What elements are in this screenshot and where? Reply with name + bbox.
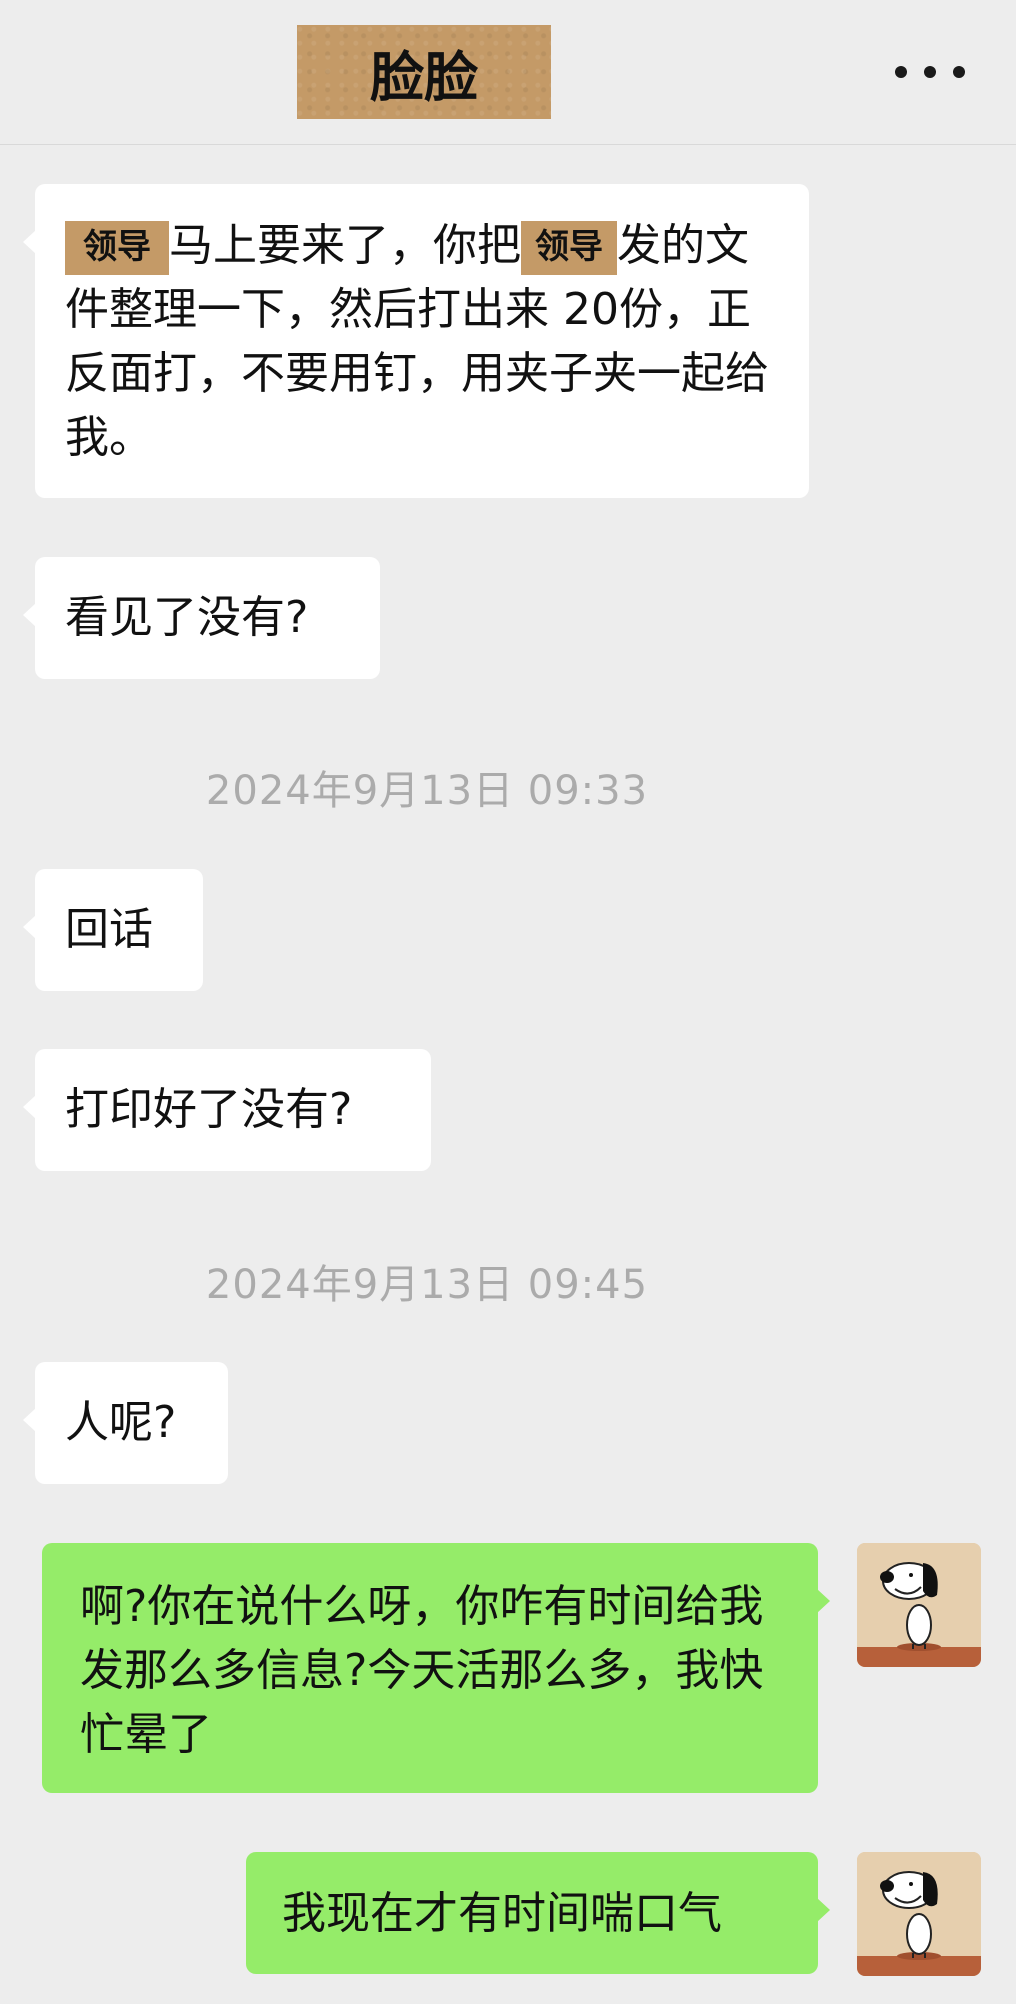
message-text: 啊?你在说什么呀，你咋有时间给我发那么多信息?今天活那么多，我快忙晕了 [80, 1581, 764, 1760]
more-dot [953, 66, 965, 78]
redacted-name-tag: 领导 [65, 221, 169, 275]
user-avatar[interactable] [857, 1543, 981, 1667]
snoopy-avatar-icon [857, 1852, 981, 1976]
more-dots-icon [895, 66, 907, 78]
message-text: 看见了没有? [65, 592, 309, 643]
incoming-message[interactable]: 看见了没有? [23, 557, 380, 679]
redacted-name-tag: 领导 [521, 221, 617, 275]
message-text: 打印好了没有? [65, 1084, 353, 1135]
more-options-button[interactable] [895, 60, 965, 84]
outgoing-message[interactable]: 啊?你在说什么呀，你咋有时间给我发那么多信息?今天活那么多，我快忙晕了 [42, 1543, 830, 1793]
message-timestamp: 2024年9月13日 09:33 [205, 768, 649, 814]
incoming-message[interactable]: 领导 马上要来了，你把 领导 发的文件整理一下，然后打出来 20份，正反面打，不要用钉… [23, 184, 809, 498]
message-timestamp: 2024年9月13日 09:45 [205, 1262, 649, 1308]
chat-title: 脸脸 [297, 25, 551, 119]
message-text: 人呢? [65, 1397, 177, 1448]
message-text: 马上要来了，你把 [169, 220, 521, 271]
message-text: 我现在才有时间喘口气 [282, 1888, 722, 1939]
incoming-message[interactable]: 回话 [23, 869, 203, 991]
more-dot [924, 66, 936, 78]
chat-header: 脸脸 [0, 0, 1016, 145]
incoming-message[interactable]: 人呢? [23, 1362, 228, 1484]
user-avatar[interactable] [857, 1852, 981, 1976]
outgoing-message[interactable]: 我现在才有时间喘口气 [246, 1852, 830, 1974]
message-text: 回话 [65, 904, 153, 955]
incoming-message[interactable]: 打印好了没有? [23, 1049, 431, 1171]
snoopy-avatar-icon [857, 1543, 981, 1667]
